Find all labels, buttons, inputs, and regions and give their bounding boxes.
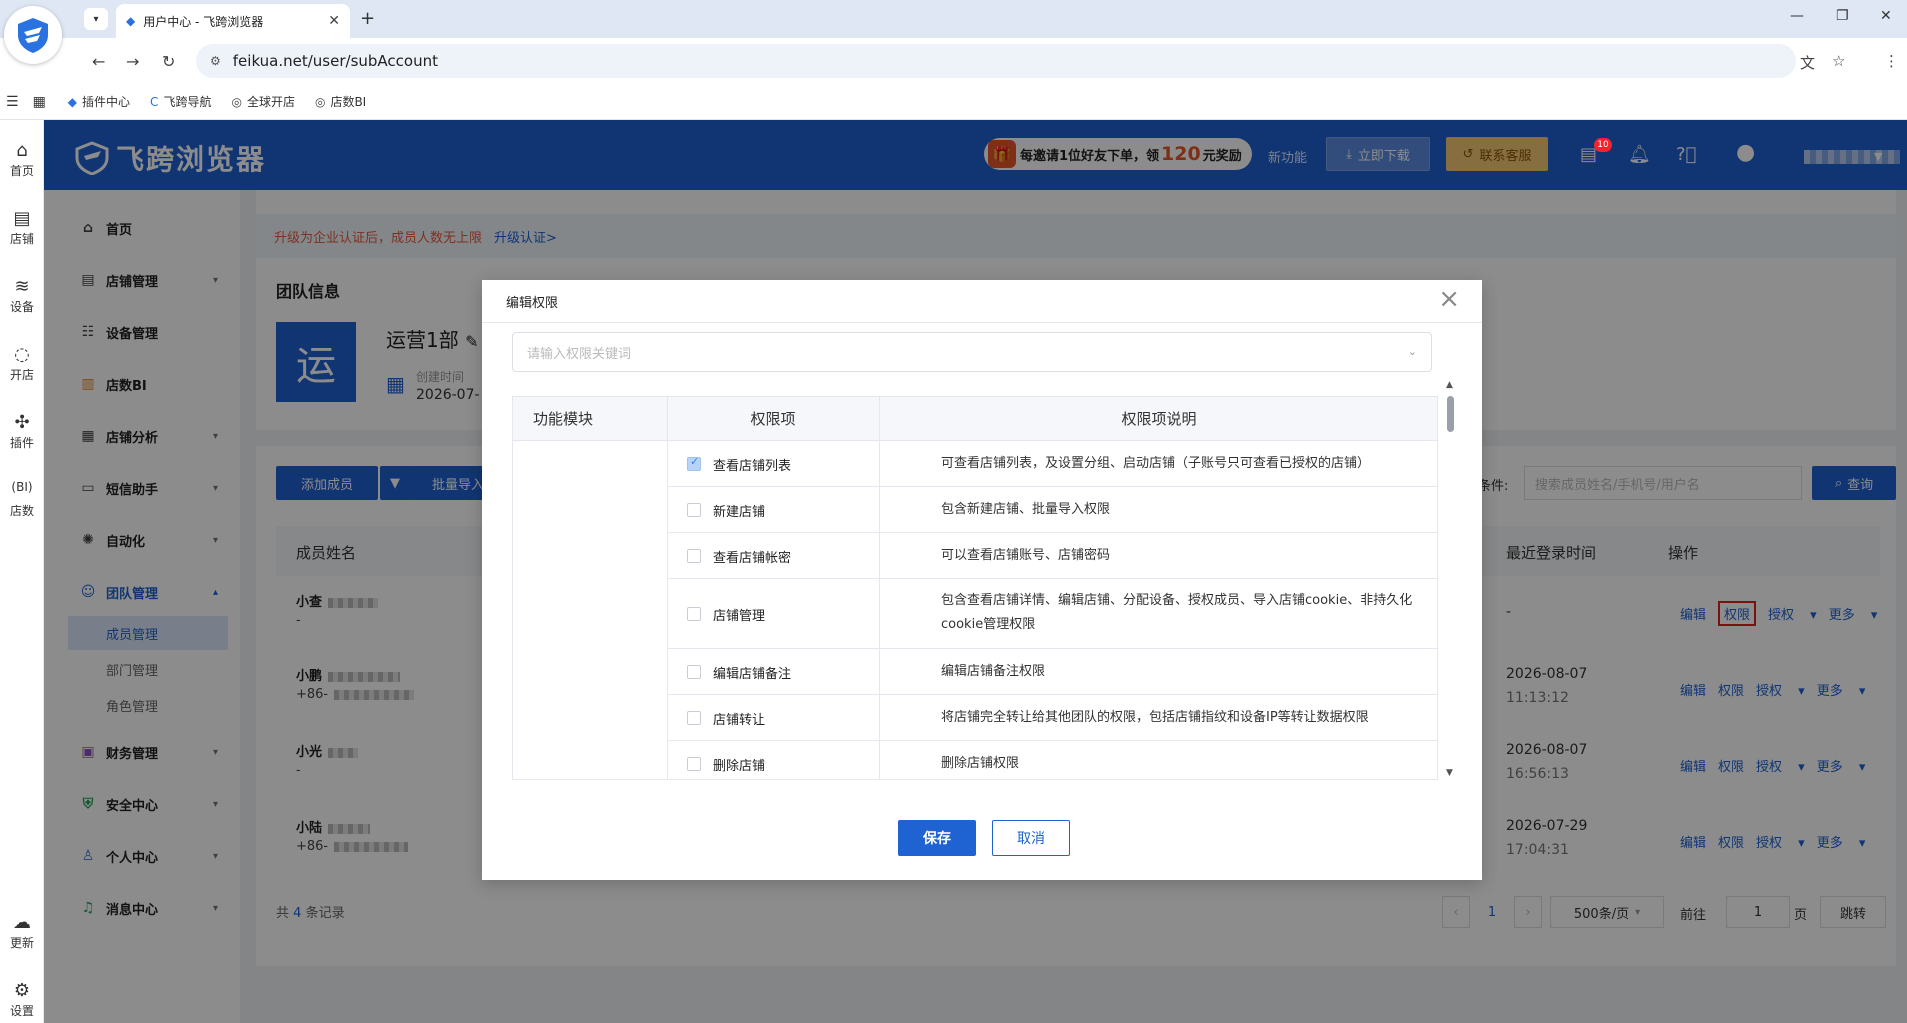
address-bar-row: ← → ↻ ⚙ feikua.net/user/subAccount 文 ☆ ⋮ [0, 38, 1907, 84]
gear-icon: ⚙ [13, 980, 31, 1001]
table-scrollbar[interactable]: ▲ ▼ [1444, 380, 1456, 780]
checkbox[interactable] [687, 503, 701, 517]
apps-grid-icon[interactable]: ▦ [33, 94, 46, 110]
rail-shop[interactable]: ▤ 店铺 [0, 208, 44, 247]
dialog-title: 编辑权限 [506, 296, 559, 311]
back-icon[interactable]: ← [92, 52, 105, 71]
scroll-up-icon[interactable]: ▲ [1446, 380, 1453, 390]
notification-badge: 10 [1594, 138, 1612, 152]
feikua-c-icon: C [150, 94, 159, 109]
left-rail: ⌂ 首页 ▤ 店铺 ≋ 设备 ◌ 开店 ✣ 插件 (BI) 店数 ☁ 更新 ⚙ 设置 [0, 120, 44, 1023]
permission-row: 删除店铺 删除店铺权限 [667, 741, 1437, 779]
browser-tab[interactable]: ◆ 用户中心 - 飞跨浏览器 ✕ [116, 4, 350, 38]
scroll-thumb[interactable] [1447, 396, 1454, 432]
rail-bi[interactable]: (BI) 店数 [0, 480, 44, 519]
rail-home[interactable]: ⌂ 首页 [0, 140, 44, 179]
permission-row: 查看店铺帐密 可以查看店铺账号、店铺密码 [667, 533, 1437, 579]
reload-icon[interactable]: ↻ [162, 52, 175, 71]
bookmark-global-shop[interactable]: ◎ 全球开店 [231, 93, 295, 110]
checkbox[interactable] [687, 455, 701, 471]
rail-settings[interactable]: ⚙ 设置 [0, 980, 44, 1019]
translate-icon[interactable]: 文 [1800, 52, 1815, 73]
save-button[interactable]: 保存 [898, 820, 976, 856]
browser-tabbar: ▾ ◆ 用户中心 - 飞跨浏览器 ✕ + — ❐ ✕ [0, 0, 1907, 64]
cancel-button[interactable]: 取消 [992, 820, 1070, 856]
cloud-upload-icon: ☁ [13, 912, 31, 933]
checkbox[interactable] [687, 549, 701, 563]
permission-search-input[interactable]: 请输入权限关键词 ⌄ [512, 332, 1432, 372]
browser-menu-icon[interactable]: ⋮ [1884, 52, 1899, 70]
forward-icon[interactable]: → [126, 52, 139, 71]
permission-row: 查看店铺列表 可查看店铺列表，及设置分组、启动店铺（子账号只可查看已授权的店铺） [667, 441, 1437, 487]
col-permission-desc: 权限项说明 [879, 397, 1437, 441]
rail-open-shop[interactable]: ◌ 开店 [0, 344, 44, 383]
new-tab-icon[interactable]: + [360, 8, 375, 29]
bookmark-star-icon[interactable]: ☆ [1832, 52, 1845, 70]
shield-icon: ◆ [67, 94, 78, 109]
app-logo-icon[interactable] [4, 6, 62, 64]
globe-icon: ◎ [314, 94, 326, 109]
bookmarks-bar: ☰ ▦ ◆ 插件中心 C 飞跨导航 ◎ 全球开店 ◎ 店数BI [0, 84, 1907, 120]
planet-icon: ◌ [14, 344, 30, 365]
tab-favicon-icon: ◆ [126, 14, 136, 28]
bookmark-feikua-nav[interactable]: C 飞跨导航 [150, 93, 211, 110]
checkbox[interactable] [687, 757, 701, 771]
tab-title: 用户中心 - 飞跨浏览器 [143, 14, 264, 29]
col-permission-item: 权限项 [667, 397, 879, 441]
permission-row: 店铺转让 将店铺完全转让给其他团队的权限，包括店铺指纹和设备IP等转让数据权限 [667, 695, 1437, 741]
reading-list-icon[interactable]: ☰ [6, 94, 19, 110]
layers-icon: ≋ [14, 276, 30, 297]
close-window-icon[interactable]: ✕ [1880, 8, 1892, 24]
permission-row: 店铺管理 包含查看店铺详情、编辑店铺、分配设备、授权成员、导入店铺cookie、… [667, 579, 1437, 649]
permission-row: 新建店铺 包含新建店铺、批量导入权限 [667, 487, 1437, 533]
rail-update[interactable]: ☁ 更新 [0, 912, 44, 951]
home-icon: ⌂ [16, 140, 28, 161]
globe-icon: ◎ [231, 94, 242, 109]
scroll-down-icon[interactable]: ▼ [1446, 768, 1453, 778]
bookmark-dianshu-bi[interactable]: ◎ 店数BI [315, 93, 366, 110]
site-info-icon[interactable]: ⚙ [210, 54, 221, 68]
dialog-divider [482, 322, 1482, 323]
bi-icon: (BI) [11, 480, 33, 494]
rail-device[interactable]: ≋ 设备 [0, 276, 44, 315]
store-icon: ▤ [13, 208, 31, 229]
minimize-icon[interactable]: — [1790, 8, 1804, 24]
url-field[interactable]: ⚙ feikua.net/user/subAccount [196, 44, 1796, 78]
rail-plugin[interactable]: ✣ 插件 [0, 412, 44, 451]
permission-table: 功能模块 权限项 权限项说明 查看店铺列表 可查看店铺列表，及设置分组、启动店铺… [512, 396, 1438, 780]
permission-row: 编辑店铺备注 编辑店铺备注权限 [667, 649, 1437, 695]
edit-permission-dialog: 编辑权限 × 请输入权限关键词⌄ 功能模块 权限项 权限项说明 查看店铺列表 可… [482, 280, 1482, 880]
close-icon[interactable]: × [1438, 284, 1460, 314]
checkbox[interactable] [687, 711, 701, 725]
tab-close-icon[interactable]: ✕ [328, 13, 340, 29]
bookmark-plugin-center[interactable]: ◆ 插件中心 [68, 93, 130, 110]
col-module: 功能模块 [513, 397, 667, 441]
tab-list-dropdown[interactable]: ▾ [84, 8, 108, 30]
chevron-down-icon: ⌄ [1407, 345, 1417, 358]
checkbox[interactable] [687, 665, 701, 679]
url-text: feikua.net/user/subAccount [232, 52, 438, 70]
checkbox[interactable] [687, 607, 701, 621]
restore-icon[interactable]: ❐ [1836, 8, 1849, 24]
puzzle-icon: ✣ [14, 412, 30, 433]
